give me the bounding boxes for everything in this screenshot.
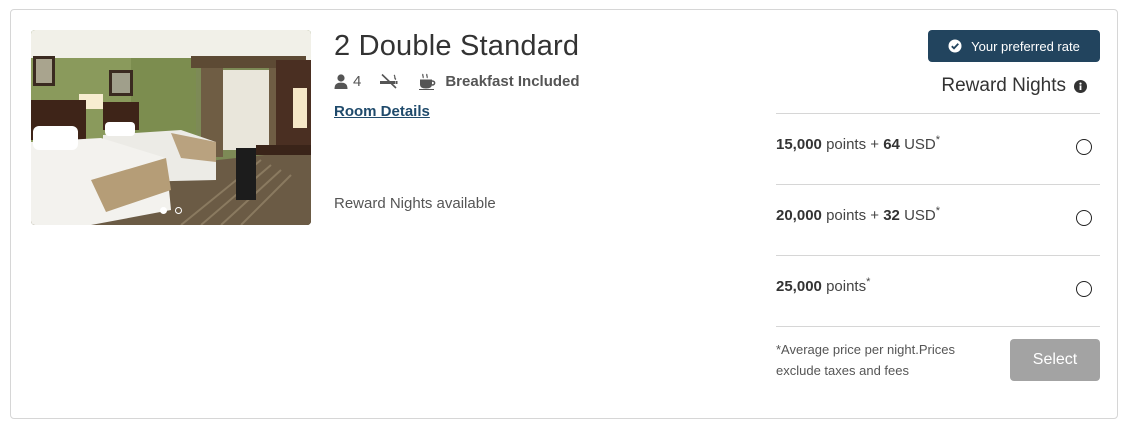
room-title: 2 Double Standard xyxy=(334,30,580,62)
rate-option[interactable]: 15,000 points + 64 USD* xyxy=(776,114,1100,185)
rate-option[interactable]: 25,000 points* xyxy=(776,256,1100,327)
room-photo xyxy=(31,30,311,225)
rate-option[interactable]: 20,000 points + 32 USD* xyxy=(776,185,1100,256)
room-photo-carousel[interactable] xyxy=(31,30,311,225)
preferred-rate-badge: Your preferred rate xyxy=(928,30,1100,62)
room-details-link[interactable]: Room Details xyxy=(334,103,430,120)
room-card: 2 Double Standard 4 Breakfast Included R… xyxy=(10,9,1118,419)
rate-radio-button[interactable] xyxy=(1076,281,1092,297)
room-amenities: 4 Breakfast Included xyxy=(334,70,580,92)
rate-option-label: 15,000 points + 64 USD* xyxy=(776,134,941,153)
person-icon xyxy=(334,73,348,89)
info-icon[interactable] xyxy=(1074,79,1087,93)
select-button[interactable]: Select xyxy=(1010,339,1100,381)
price-footnote: *Average price per night.Prices exclude … xyxy=(776,342,955,378)
preferred-rate-label: Your preferred rate xyxy=(971,38,1080,54)
occupancy-count: 4 xyxy=(353,72,362,90)
rate-option-label: 20,000 points + 32 USD* xyxy=(776,205,941,224)
coffee-cup-icon xyxy=(419,73,437,90)
reward-nights-heading: Reward Nights xyxy=(941,75,1087,97)
carousel-dot-1[interactable] xyxy=(160,207,167,214)
breakfast-label: Breakfast Included xyxy=(445,72,580,90)
rate-option-label: 25,000 points* xyxy=(776,276,871,295)
availability-text: Reward Nights available xyxy=(334,195,496,212)
rate-radio-button[interactable] xyxy=(1076,139,1092,155)
rate-radio-button[interactable] xyxy=(1076,210,1092,226)
carousel-dot-2[interactable] xyxy=(175,207,182,214)
carousel-dots xyxy=(31,207,311,214)
reward-nights-title: Reward Nights xyxy=(941,75,1066,96)
no-smoking-icon xyxy=(379,73,399,89)
rate-options: 15,000 points + 64 USD* 20,000 points + … xyxy=(776,113,1100,327)
check-circle-icon xyxy=(948,39,962,53)
